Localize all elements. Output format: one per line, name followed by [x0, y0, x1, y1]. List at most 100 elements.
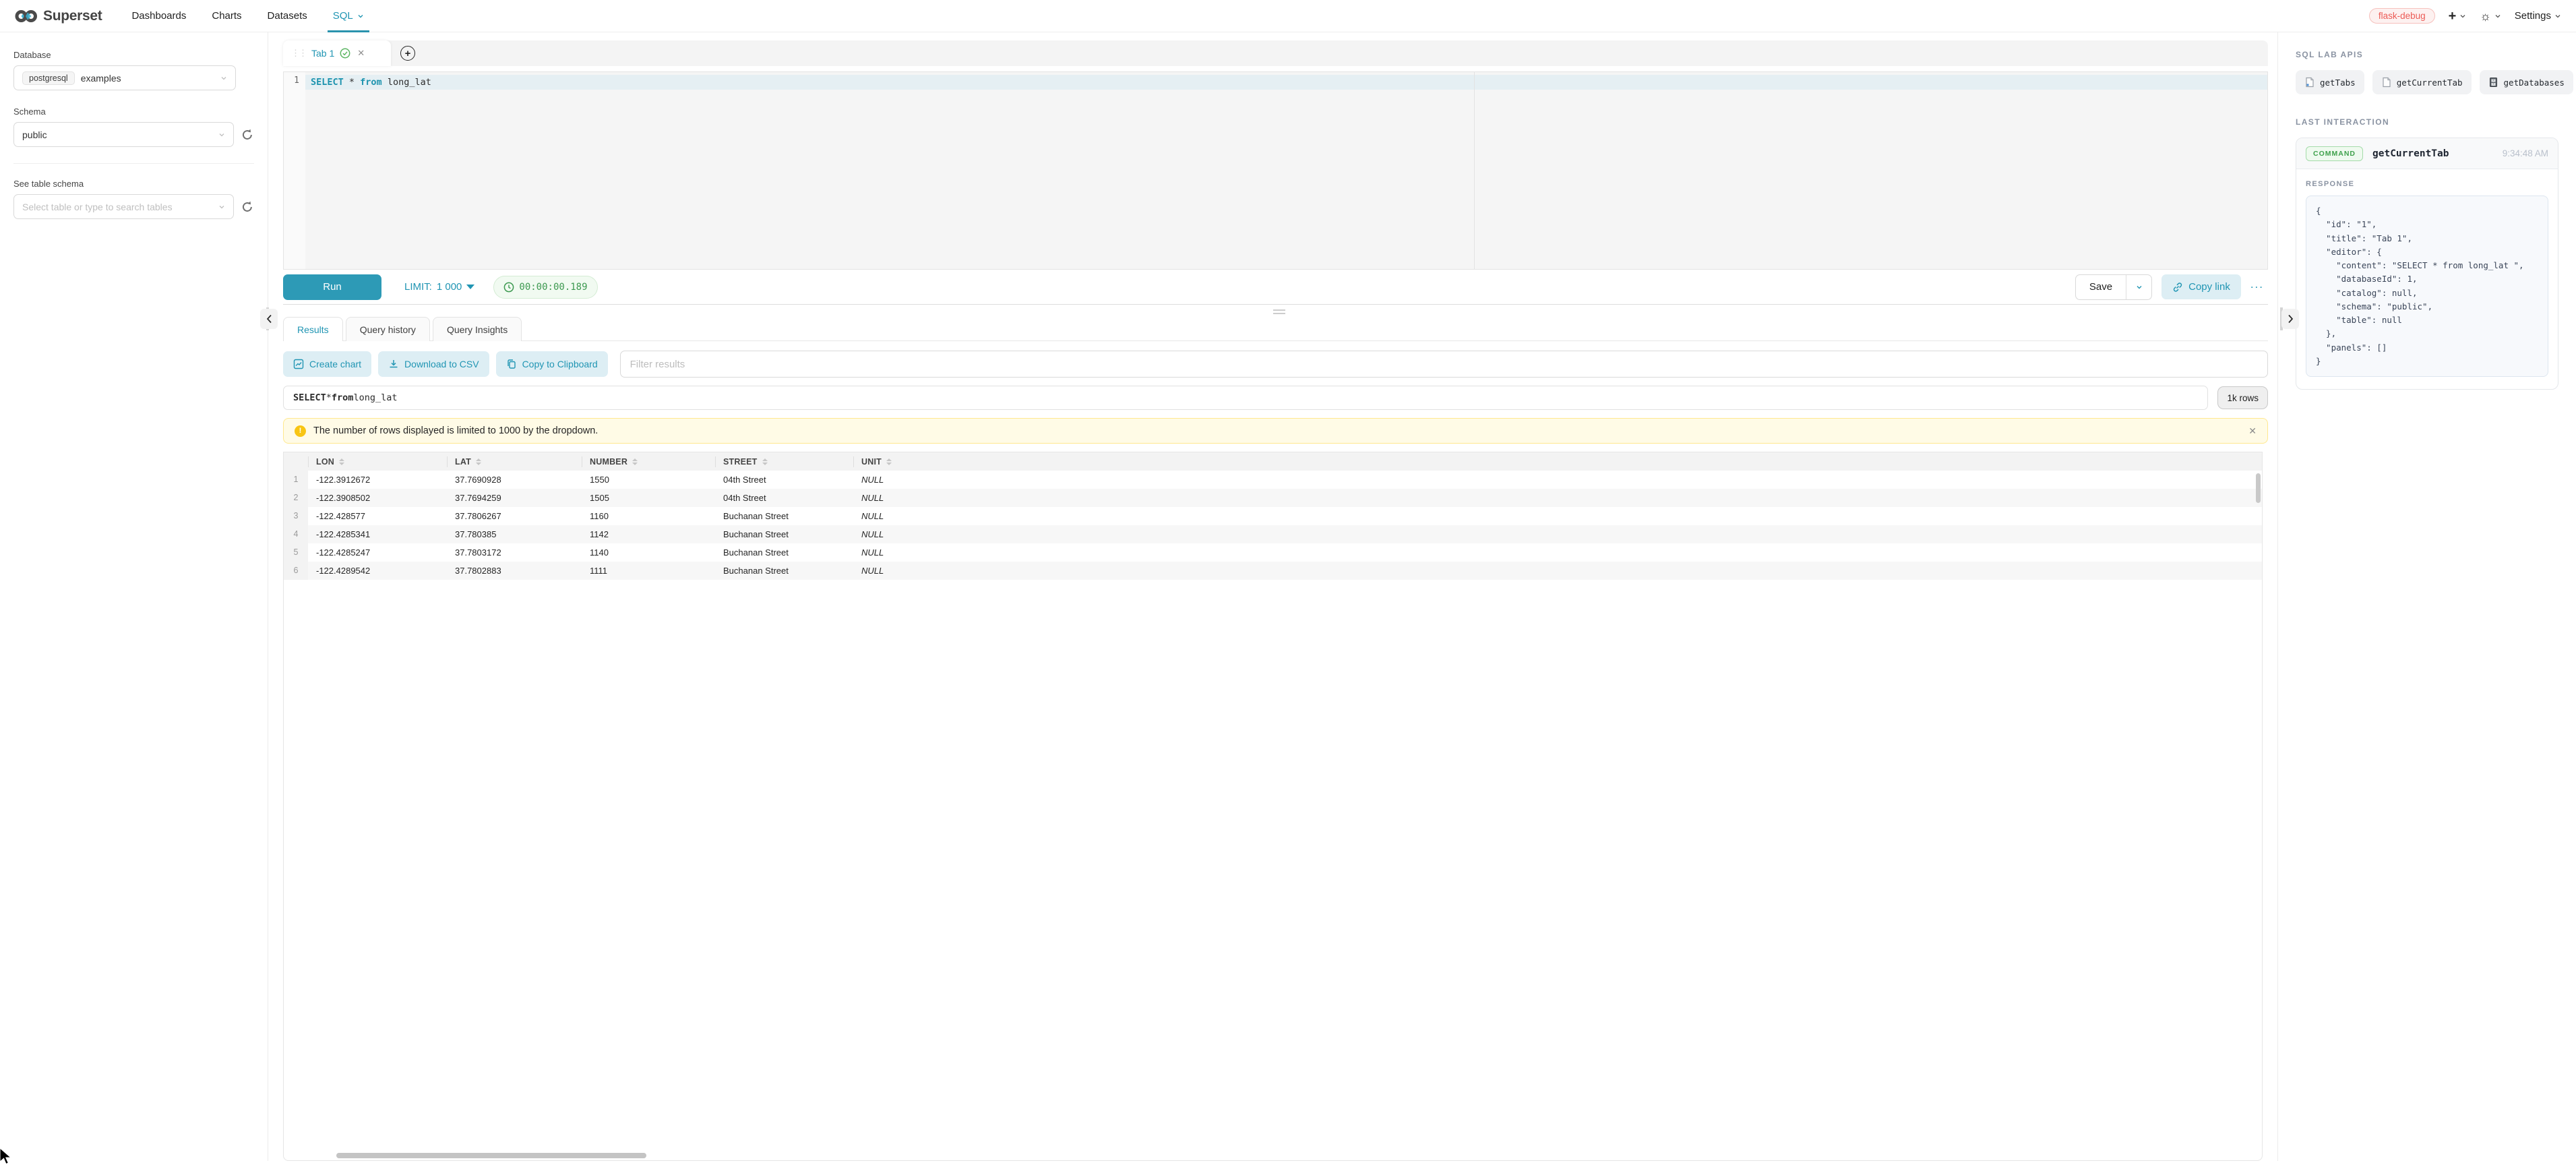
copy-link-button[interactable]: Copy link	[2161, 274, 2241, 299]
more-actions-button[interactable]: ...	[2250, 278, 2268, 297]
filter-results-input[interactable]	[620, 351, 2268, 378]
response-json-box: { "id": "1", "title": "Tab 1", "editor":…	[2306, 196, 2548, 377]
table-row[interactable]: 4 -122.4285341 37.780385 1142 Buchanan S…	[284, 525, 2262, 543]
run-query-button[interactable]: Run	[283, 274, 381, 300]
interaction-timestamp: 9:34:48 AM	[2503, 148, 2548, 158]
schema-label: Schema	[13, 107, 254, 117]
table-row[interactable]: 6 -122.4289542 37.7802883 1111 Buchanan …	[284, 562, 2262, 580]
results-action-row: Create chart Download to CSV Copy to Cli…	[283, 351, 2268, 378]
new-item-menu[interactable]: +	[2449, 9, 2467, 23]
editor-tab-1[interactable]: ⋮⋮ Tab 1 ✕	[283, 40, 391, 66]
nav-sql[interactable]: SQL	[333, 0, 364, 32]
last-interaction-card: COMMAND getCurrentTab 9:34:48 AM RESPONS…	[2296, 138, 2558, 390]
get-tabs-button[interactable]: getTabs	[2296, 70, 2364, 94]
column-header-street[interactable]: STREET	[715, 456, 853, 467]
chevron-down-icon	[2459, 13, 2466, 20]
get-databases-button[interactable]: getDatabases	[2480, 70, 2573, 94]
query-timer: 00:00:00.189	[493, 276, 597, 299]
page-icon	[2381, 77, 2391, 88]
database-type-tag: postgresql	[22, 71, 75, 85]
sql-code-editor[interactable]: 1 SELECT * from long_lat	[283, 71, 2268, 270]
get-current-tab-button[interactable]: getCurrentTab	[2372, 70, 2472, 94]
sidebar-divider	[13, 163, 254, 164]
chevron-down-icon	[220, 75, 227, 82]
link-icon	[2172, 282, 2183, 293]
table-row[interactable]: 5 -122.4285247 37.7803172 1140 Buchanan …	[284, 543, 2262, 562]
environment-badge: flask-debug	[2369, 8, 2435, 24]
save-button[interactable]: Save	[2076, 275, 2126, 299]
tab-results[interactable]: Results	[283, 317, 343, 341]
copy-clipboard-button[interactable]: Copy to Clipboard	[496, 351, 608, 377]
active-line-highlight	[305, 75, 2267, 90]
top-navbar: Superset Dashboards Charts Datasets SQL …	[0, 0, 2576, 32]
results-table: LON LAT NUMBER STREET UNIT 1 -122.391267…	[283, 452, 2263, 1161]
new-tab-button[interactable]: +	[400, 46, 415, 61]
schema-select[interactable]: public	[13, 122, 234, 147]
copy-icon	[506, 359, 517, 369]
sort-icons[interactable]	[762, 458, 768, 465]
tab-query-insights[interactable]: Query Insights	[433, 317, 522, 341]
nav-charts[interactable]: Charts	[212, 0, 241, 32]
command-name: getCurrentTab	[2372, 148, 2449, 159]
table-header-row: LON LAT NUMBER STREET UNIT	[284, 452, 2262, 471]
refresh-schema-icon[interactable]	[241, 128, 254, 142]
chevron-down-icon	[218, 131, 225, 138]
column-header-lat[interactable]: LAT	[447, 456, 582, 467]
database-select[interactable]: postgresql examples	[13, 65, 236, 90]
table-row[interactable]: 3 -122.428577 37.7806267 1160 Buchanan S…	[284, 507, 2262, 525]
sort-icons[interactable]	[339, 458, 344, 465]
sort-icons[interactable]	[476, 458, 481, 465]
response-json: { "id": "1", "title": "Tab 1", "editor":…	[2316, 204, 2538, 368]
download-csv-button[interactable]: Download to CSV	[378, 351, 489, 377]
sort-icons[interactable]	[632, 458, 638, 465]
nav-datasets[interactable]: Datasets	[268, 0, 307, 32]
table-vertical-scrollbar[interactable]	[2256, 473, 2261, 503]
limit-value: 1 000	[437, 281, 462, 293]
brand-name: Superset	[43, 8, 102, 24]
settings-label: Settings	[2515, 10, 2551, 22]
editor-tab-strip: ⋮⋮ Tab 1 ✕ +	[283, 40, 2268, 66]
response-label: RESPONSE	[2306, 180, 2548, 188]
last-interaction-title: LAST INTERACTION	[2296, 117, 2558, 127]
collapse-right-panel-button[interactable]	[2281, 309, 2299, 329]
create-chart-button[interactable]: Create chart	[283, 351, 371, 377]
limit-dropdown[interactable]: LIMIT: 1 000	[404, 281, 474, 293]
superset-logo[interactable]: Superset	[15, 8, 102, 24]
superset-infinity-icon	[15, 9, 38, 24]
save-options-button[interactable]	[2126, 275, 2151, 299]
api-panel-title: SQL LAB APIS	[2296, 50, 2558, 59]
database-value: examples	[81, 73, 121, 84]
results-tab-bar: Results Query history Query Insights	[283, 317, 2268, 341]
refresh-tables-icon[interactable]	[241, 200, 254, 214]
table-horizontal-scrollbar[interactable]	[308, 1153, 2262, 1159]
tab-query-history[interactable]: Query history	[346, 317, 430, 341]
theme-menu[interactable]: ☼	[2480, 10, 2501, 22]
chevron-down-icon	[357, 13, 364, 20]
line-number: 1	[284, 76, 305, 86]
collapse-left-panel-button[interactable]	[260, 309, 278, 329]
save-split-button: Save	[2075, 274, 2152, 300]
chart-icon	[293, 359, 304, 369]
column-header-number[interactable]: NUMBER	[582, 456, 715, 467]
close-tab-icon[interactable]: ✕	[357, 48, 365, 59]
settings-menu[interactable]: Settings	[2515, 10, 2561, 22]
interaction-body: RESPONSE { "id": "1", "title": "Tab 1", …	[2296, 169, 2558, 389]
close-warning-icon[interactable]: ✕	[2248, 425, 2257, 437]
column-header-lon[interactable]: LON	[308, 456, 447, 467]
table-select-placeholder: Select table or type to search tables	[22, 202, 173, 212]
timer-value: 00:00:00.189	[519, 282, 587, 293]
table-row[interactable]: 2 -122.3908502 37.7694259 1505 04th Stre…	[284, 489, 2262, 507]
column-header-unit[interactable]: UNIT	[853, 456, 961, 467]
table-select[interactable]: Select table or type to search tables	[13, 194, 234, 219]
chevron-down-icon	[2554, 13, 2561, 20]
sort-icons[interactable]	[886, 458, 892, 465]
download-icon	[388, 359, 399, 369]
plus-icon: +	[2449, 9, 2457, 23]
caret-down-icon	[466, 285, 474, 289]
pane-resize-grip-icon[interactable]	[1273, 307, 1285, 316]
scrollbar-thumb[interactable]	[336, 1153, 646, 1158]
table-row[interactable]: 1 -122.3912672 37.7690928 1550 04th Stre…	[284, 471, 2262, 489]
nav-dashboards[interactable]: Dashboards	[131, 0, 186, 32]
api-button-row: getTabs getCurrentTab getDatabases	[2296, 70, 2558, 94]
sql-lab-api-panel: SQL LAB APIS getTabs getCurrentTab	[2277, 32, 2576, 1161]
